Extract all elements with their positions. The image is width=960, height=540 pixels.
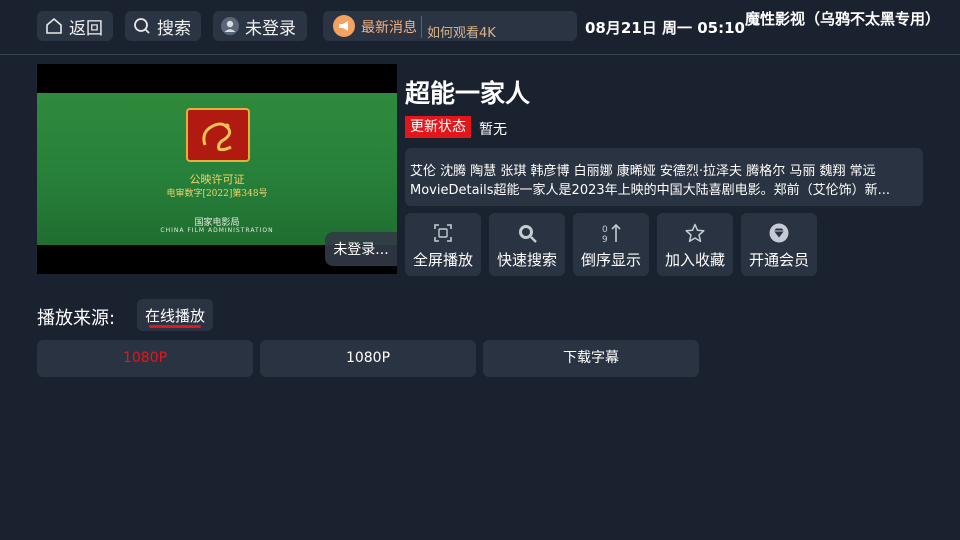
source-tab-online[interactable]: 在线播放 bbox=[137, 299, 213, 331]
fullscreen-button[interactable]: 全屏播放 bbox=[405, 213, 481, 276]
cast-list: 艾伦 沈腾 陶慧 张琪 韩彦博 白丽娜 康晞娅 安德烈·拉泽夫 腾格尔 马丽 魏… bbox=[410, 164, 876, 179]
add-favorite-button[interactable]: 加入收藏 bbox=[657, 213, 733, 276]
vip-diamond-icon bbox=[767, 221, 791, 245]
svg-text:0: 0 bbox=[602, 225, 608, 235]
quick-search-label: 快速搜索 bbox=[496, 251, 557, 269]
quick-search-button[interactable]: 快速搜索 bbox=[489, 213, 565, 276]
episode-button[interactable]: 1080P bbox=[37, 340, 253, 377]
description-text: MovieDetails超能一家人是2023年上映的中国大陆喜剧电影。郑前（艾伦… bbox=[410, 183, 891, 198]
svg-text:9: 9 bbox=[602, 235, 608, 244]
description-box[interactable]: 艾伦 沈腾 陶慧 张琪 韩彦博 白丽娜 康晞娅 安德烈·拉泽夫 腾格尔 马丽 魏… bbox=[405, 148, 923, 206]
episode-label: 1080P bbox=[345, 350, 391, 366]
search-button[interactable]: 搜索 bbox=[125, 11, 201, 41]
source-label: 播放来源: bbox=[37, 308, 116, 329]
vip-button[interactable]: 开通会员 bbox=[741, 213, 817, 276]
fullscreen-icon bbox=[431, 221, 455, 245]
news-label: 最新消息 bbox=[361, 20, 417, 36]
fullscreen-label: 全屏播放 bbox=[412, 251, 473, 269]
add-favorite-label: 加入收藏 bbox=[664, 251, 725, 269]
login-button[interactable]: 未登录 bbox=[213, 11, 307, 41]
video-player[interactable]: 公映许可证 电审数字[2022]第348号 国家电影局 CHINA FILM A… bbox=[37, 64, 397, 274]
video-frame: 公映许可证 电审数字[2022]第348号 国家电影局 CHINA FILM A… bbox=[37, 93, 397, 245]
top-bar: 返回 搜索 未登录 最新消息 如何观看4K 08月21日 周一 05:10 魔性… bbox=[0, 0, 960, 55]
player-login-overlay[interactable]: 未登录... bbox=[325, 232, 397, 266]
status-value: 暂无 bbox=[479, 122, 507, 138]
movie-title: 超能一家人 bbox=[405, 79, 531, 108]
dragon-emblem-icon bbox=[186, 108, 250, 162]
search-label: 搜索 bbox=[157, 18, 191, 39]
source-tab-label: 在线播放 bbox=[144, 307, 205, 325]
reverse-order-label: 倒序显示 bbox=[580, 251, 641, 269]
star-icon bbox=[683, 221, 707, 245]
cert-line-1: 公映许可证 bbox=[189, 173, 245, 186]
news-text[interactable]: 如何观看4K bbox=[427, 22, 496, 41]
download-subtitle-button[interactable]: 下载字幕 bbox=[483, 340, 699, 377]
cert-line-2: 电审数字[2022]第348号 bbox=[166, 189, 268, 199]
home-icon bbox=[44, 16, 64, 36]
sort-icon: 09 bbox=[599, 221, 623, 245]
app-title: 魔性影视（乌鸦不太黑专用） bbox=[745, 10, 941, 28]
episode-button[interactable]: 1080P bbox=[260, 340, 476, 377]
reverse-order-button[interactable]: 09 倒序显示 bbox=[573, 213, 649, 276]
source-tab-underline bbox=[149, 325, 201, 328]
user-avatar-icon bbox=[220, 16, 240, 36]
back-button[interactable]: 返回 bbox=[37, 11, 113, 41]
megaphone-icon bbox=[333, 15, 355, 37]
vip-label: 开通会员 bbox=[748, 251, 809, 269]
status-badge: 更新状态 bbox=[405, 116, 471, 138]
episode-label: 1080P bbox=[122, 350, 168, 366]
download-subtitle-label: 下载字幕 bbox=[563, 350, 619, 366]
search-icon bbox=[132, 16, 152, 36]
back-label: 返回 bbox=[69, 18, 103, 39]
news-divider bbox=[421, 16, 422, 38]
search-icon bbox=[515, 221, 539, 245]
login-label: 未登录 bbox=[245, 18, 296, 39]
datetime: 08月21日 周一 05:10 bbox=[585, 19, 745, 37]
